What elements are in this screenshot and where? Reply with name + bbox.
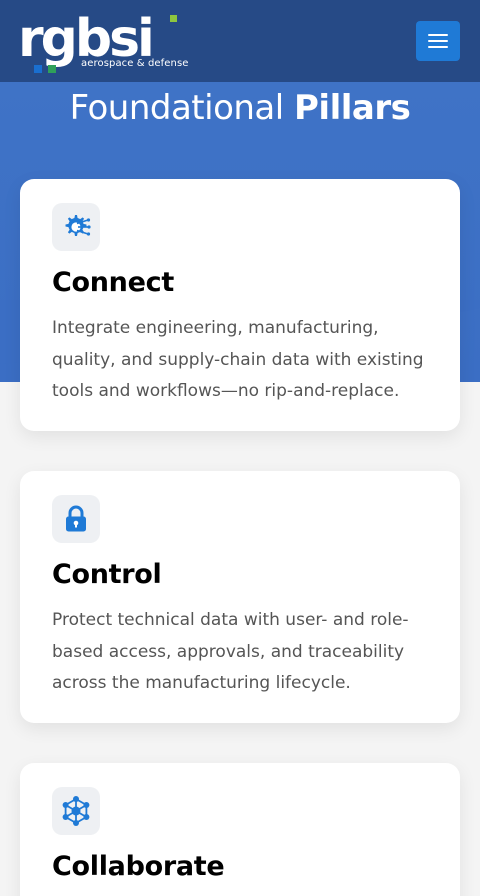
section-title-bold: Pillars xyxy=(294,88,411,128)
menu-bar-icon xyxy=(428,40,448,42)
card-description: Protect technical data with user- and ro… xyxy=(52,610,409,693)
section-title-light: Foundational xyxy=(69,88,285,128)
card-description: Integrate engineering, manufacturing, qu… xyxy=(52,318,424,401)
hamburger-menu-button[interactable] xyxy=(416,21,460,61)
card-title: Collaborate xyxy=(52,851,225,882)
logo-square-blue xyxy=(34,65,42,73)
card-title: Control xyxy=(52,559,162,590)
network-nodes-icon xyxy=(52,787,100,835)
logo-wordmark: rgbsi xyxy=(18,9,155,69)
lock-icon xyxy=(52,495,100,543)
logo-square-green xyxy=(48,65,56,73)
pillar-card-collaborate: Collaborate xyxy=(20,763,460,896)
gear-network-icon xyxy=(52,203,100,251)
card-title: Connect xyxy=(52,267,174,298)
menu-bar-icon xyxy=(428,46,448,48)
logo-square-lime xyxy=(170,15,177,22)
menu-bar-icon xyxy=(428,34,448,36)
pillar-card-control: Control Protect technical data with user… xyxy=(20,471,460,723)
pillar-card-connect: Connect Integrate engineering, manufactu… xyxy=(20,179,460,431)
rgbsi-logo[interactable]: rgbsi aerospace & defense xyxy=(18,9,190,73)
section-title: Foundational Pillars xyxy=(0,88,480,128)
logo-tagline: aerospace & defense xyxy=(81,58,189,69)
site-header: rgbsi aerospace & defense xyxy=(0,0,480,82)
